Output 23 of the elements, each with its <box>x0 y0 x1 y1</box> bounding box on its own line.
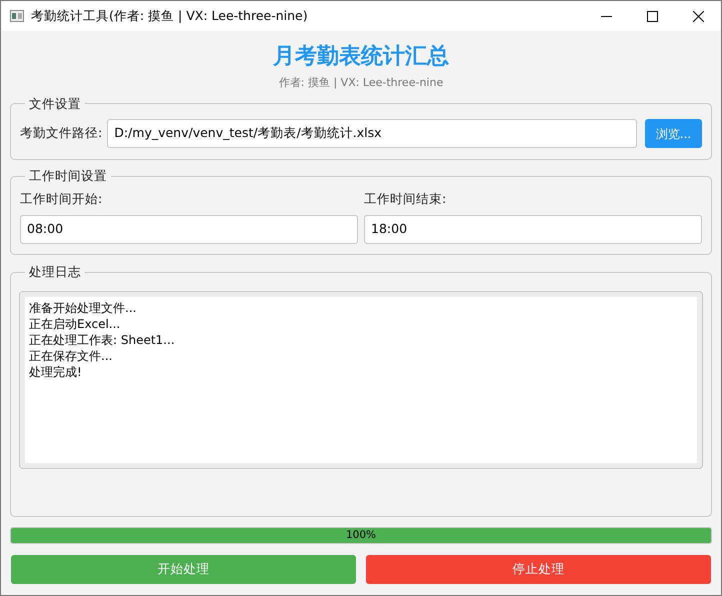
log-line: 正在启动Excel... <box>29 316 120 332</box>
time-field[interactable]: 18:00 <box>364 214 702 244</box>
window-title: 考勤统计工具(作者: 摸鱼 | VX: Lee-three-nine) <box>31 6 308 25</box>
log-area[interactable]: 准备开始处理文件... 正在启动Excel... 正在处理工作表: Sheet1... 正在保存文件... 处理完成! <box>20 292 702 468</box>
progress-reading: 100% <box>346 528 376 543</box>
log-line: 准备开始处理文件... <box>29 300 136 316</box>
field-label: 工作时间结束: <box>364 190 448 208</box>
time-field[interactable]: 08:00 <box>20 214 358 244</box>
app-icon <box>10 10 24 22</box>
maximize-icon <box>646 10 658 22</box>
file-path-field[interactable]: D:/my_venv/venv_test/考勤表/考勤统计.xlsx <box>107 119 637 148</box>
stop-button[interactable]: 停止处理 <box>366 555 711 584</box>
field-label: 考勤文件路径: <box>20 124 102 142</box>
log-line: 正在保存文件... <box>29 348 112 364</box>
log-line: 处理完成! <box>29 364 82 380</box>
author-line: 作者: 摸鱼 | VX: Lee-three-nine <box>278 75 444 91</box>
page-heading: 月考勤表统计汇总 <box>273 43 449 71</box>
field-label: 工作时间开始: <box>20 190 104 208</box>
group-title: 工作时间设置 <box>28 167 108 186</box>
log-line: 正在处理工作表: Sheet1... <box>29 332 175 348</box>
group-title: 处理日志 <box>28 262 82 281</box>
group-title: 文件设置 <box>28 94 82 112</box>
close-icon <box>692 10 704 22</box>
